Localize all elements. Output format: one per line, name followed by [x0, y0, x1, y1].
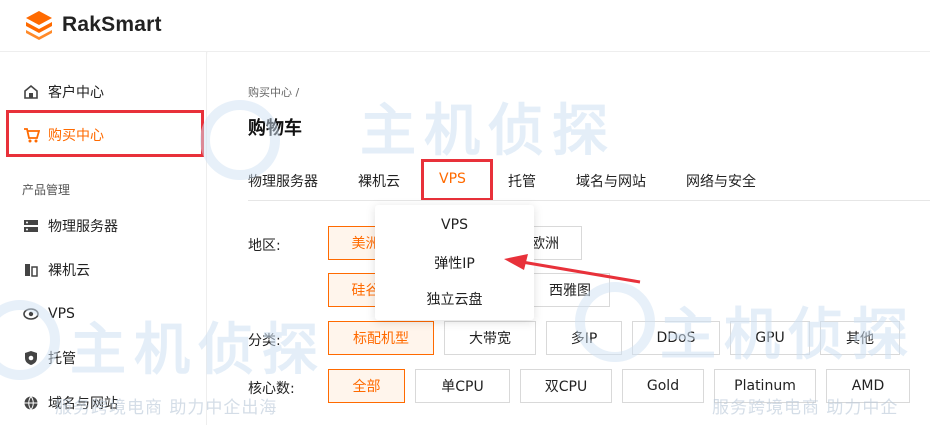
cores-option-gold[interactable]: Gold — [622, 369, 704, 403]
sidebar-item-label: 购买中心 — [48, 128, 104, 144]
main-content: 购买中心 / 购物车 物理服务器 裸机云 VPS 托管 域名与网站 网络与安全 … — [208, 52, 930, 425]
sidebar-item-bare-metal[interactable]: 裸机云 — [22, 259, 90, 281]
tab-hosting[interactable]: 托管 — [508, 171, 536, 191]
sidebar-item-domain-website[interactable]: 域名与网站 — [22, 392, 118, 414]
dropdown-item-cloud-disk[interactable]: 独立云盘 — [375, 289, 534, 309]
top-header: RakSmart — [0, 0, 930, 52]
highlight-box-vps-tab — [421, 159, 493, 201]
sidebar-item-label: 客户中心 — [48, 85, 104, 101]
breadcrumb[interactable]: 购买中心 / — [248, 84, 299, 100]
sidebar-item-customer-center[interactable]: 客户中心 — [22, 81, 104, 103]
raksmart-logo-icon — [24, 10, 54, 40]
sidebar-item-label: 域名与网站 — [48, 396, 118, 412]
globe-icon — [22, 394, 40, 412]
sidebar-item-label: 物理服务器 — [48, 219, 118, 235]
sidebar-section-title: 产品管理 — [22, 183, 71, 197]
bare-metal-icon — [22, 261, 40, 279]
cores-option-all[interactable]: 全部 — [328, 369, 405, 403]
category-option-bandwidth[interactable]: 大带宽 — [444, 321, 536, 355]
cores-option-amd[interactable]: AMD — [826, 369, 910, 403]
cores-option-platinum[interactable]: Platinum — [714, 369, 816, 403]
tabs-divider — [248, 200, 930, 201]
cores-label: 核心数: — [248, 381, 295, 397]
rakSmart-logo[interactable]: RakSmart — [24, 10, 162, 40]
cores-option-dual-cpu[interactable]: 双CPU — [520, 369, 612, 403]
tab-domain-website[interactable]: 域名与网站 — [576, 171, 646, 191]
home-icon — [22, 83, 40, 101]
category-option-standard[interactable]: 标配机型 — [328, 321, 434, 355]
category-label: 分类: — [248, 333, 281, 349]
sidebar-item-purchase-center[interactable]: 购买中心 — [22, 124, 104, 146]
server-icon — [22, 217, 40, 235]
cores-option-single-cpu[interactable]: 单CPU — [415, 369, 510, 403]
cart-icon — [22, 126, 40, 144]
brand-name: RakSmart — [62, 13, 162, 36]
sidebar-item-label: 裸机云 — [48, 263, 90, 279]
watermark-circle-icon — [575, 282, 655, 362]
tab-bare-metal[interactable]: 裸机云 — [358, 171, 400, 191]
category-option-other[interactable]: 其他 — [820, 321, 900, 355]
dropdown-item-vps[interactable]: VPS — [375, 217, 534, 233]
watermark-circle-icon — [200, 100, 280, 180]
category-option-gpu[interactable]: GPU — [730, 321, 810, 355]
sidebar-item-physical-server[interactable]: 物理服务器 — [22, 215, 118, 237]
tab-network-security[interactable]: 网络与安全 — [686, 171, 756, 191]
annotation-arrow-icon — [504, 254, 641, 284]
region-label: 地区: — [248, 238, 281, 254]
